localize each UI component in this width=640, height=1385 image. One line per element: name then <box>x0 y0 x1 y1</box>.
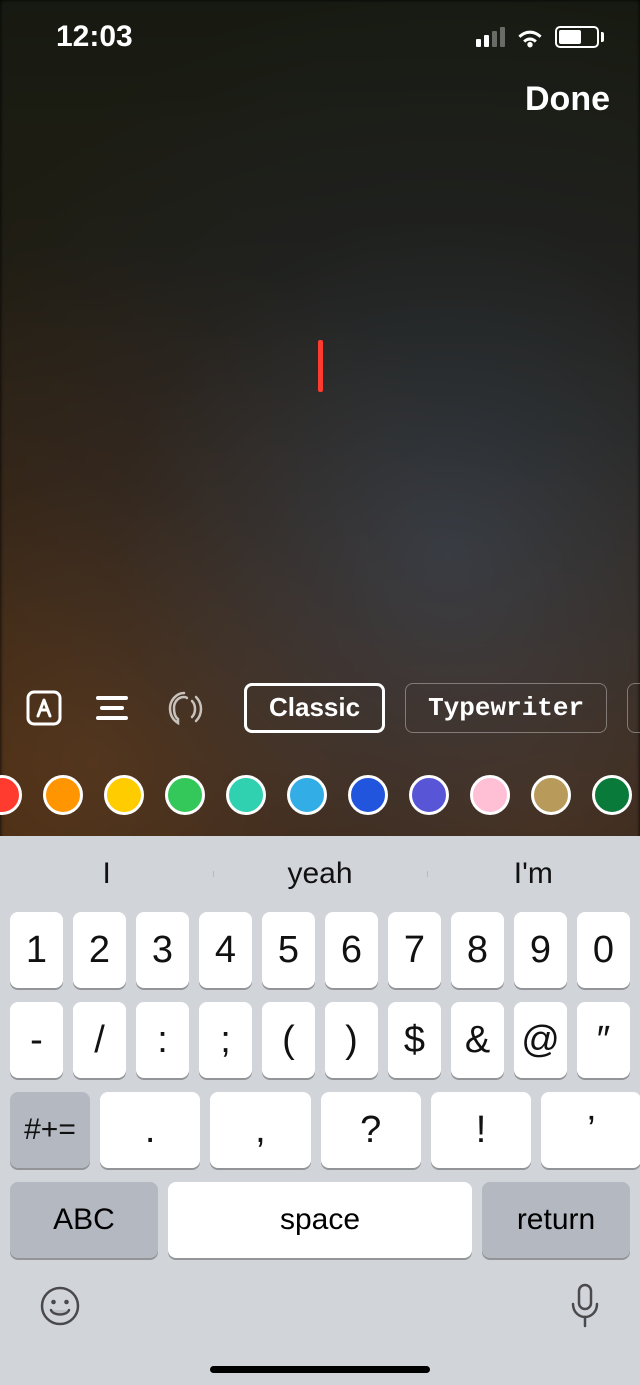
suggestion[interactable]: yeah <box>213 857 426 891</box>
dictation-button[interactable] <box>568 1282 602 1335</box>
suggestion[interactable]: I'm <box>427 857 640 891</box>
status-time: 12:03 <box>56 20 133 54</box>
wifi-icon <box>515 26 545 48</box>
emoji-button[interactable] <box>38 1284 82 1333</box>
color-swatch[interactable] <box>43 775 83 815</box>
key-space[interactable]: space <box>168 1182 472 1258</box>
font-pill-classic[interactable]: Classic <box>244 683 385 733</box>
color-swatch[interactable] <box>592 775 632 815</box>
color-picker-row <box>0 765 640 825</box>
key-doublequote[interactable]: ″ <box>577 1002 630 1078</box>
home-indicator[interactable] <box>210 1366 430 1373</box>
key-6[interactable]: 6 <box>325 912 378 988</box>
key-colon[interactable]: : <box>136 1002 189 1078</box>
key-3[interactable]: 3 <box>136 912 189 988</box>
status-bar: 12:03 <box>0 0 640 74</box>
key-return[interactable]: return <box>482 1182 630 1258</box>
font-label: Typewriter <box>428 693 584 723</box>
font-pill-handwriting[interactable]: Han <box>627 683 640 733</box>
text-input-cursor[interactable] <box>318 340 323 392</box>
key-4[interactable]: 4 <box>199 912 252 988</box>
font-style-picker: Classic Typewriter Han <box>244 683 640 733</box>
suggestion-bar: I yeah I'm <box>0 836 640 912</box>
color-swatch[interactable] <box>226 775 266 815</box>
text-style-icon[interactable] <box>24 685 64 731</box>
key-dash[interactable]: - <box>10 1002 63 1078</box>
microphone-icon <box>568 1282 602 1330</box>
color-swatch[interactable] <box>348 775 388 815</box>
key-lparen[interactable]: ( <box>262 1002 315 1078</box>
color-swatch[interactable] <box>104 775 144 815</box>
key-at[interactable]: @ <box>514 1002 567 1078</box>
color-swatch[interactable] <box>287 775 327 815</box>
text-to-speech-icon[interactable] <box>160 685 206 731</box>
key-comma[interactable]: , <box>210 1092 310 1168</box>
done-button[interactable]: Done <box>525 80 610 119</box>
suggestion[interactable]: I <box>0 857 213 891</box>
color-swatch[interactable] <box>470 775 510 815</box>
color-swatch[interactable] <box>409 775 449 815</box>
key-7[interactable]: 7 <box>388 912 441 988</box>
key-5[interactable]: 5 <box>262 912 315 988</box>
color-swatch[interactable] <box>165 775 205 815</box>
battery-icon <box>555 26 604 48</box>
font-label: Classic <box>269 692 360 723</box>
key-slash[interactable]: / <box>73 1002 126 1078</box>
key-apostrophe[interactable]: ’ <box>541 1092 640 1168</box>
emoji-icon <box>38 1284 82 1328</box>
key-exclaim[interactable]: ! <box>431 1092 531 1168</box>
key-amp[interactable]: & <box>451 1002 504 1078</box>
text-tool-row: Classic Typewriter Han <box>0 675 640 740</box>
key-0[interactable]: 0 <box>577 912 630 988</box>
key-symbols-shift[interactable]: #+= <box>10 1092 90 1168</box>
key-semicolon[interactable]: ; <box>199 1002 252 1078</box>
key-question[interactable]: ? <box>321 1092 421 1168</box>
cellular-signal-icon <box>476 27 505 47</box>
color-swatch[interactable] <box>0 775 22 815</box>
key-period[interactable]: . <box>100 1092 200 1168</box>
ios-keyboard: I yeah I'm 1 2 3 4 5 6 7 8 9 0 - / : ; (… <box>0 836 640 1385</box>
key-rparen[interactable]: ) <box>325 1002 378 1078</box>
key-1[interactable]: 1 <box>10 912 63 988</box>
color-swatch[interactable] <box>531 775 571 815</box>
text-align-icon[interactable] <box>92 685 132 731</box>
key-dollar[interactable]: $ <box>388 1002 441 1078</box>
font-pill-typewriter[interactable]: Typewriter <box>405 683 607 733</box>
key-9[interactable]: 9 <box>514 912 567 988</box>
key-abc[interactable]: ABC <box>10 1182 158 1258</box>
key-8[interactable]: 8 <box>451 912 504 988</box>
key-2[interactable]: 2 <box>73 912 126 988</box>
